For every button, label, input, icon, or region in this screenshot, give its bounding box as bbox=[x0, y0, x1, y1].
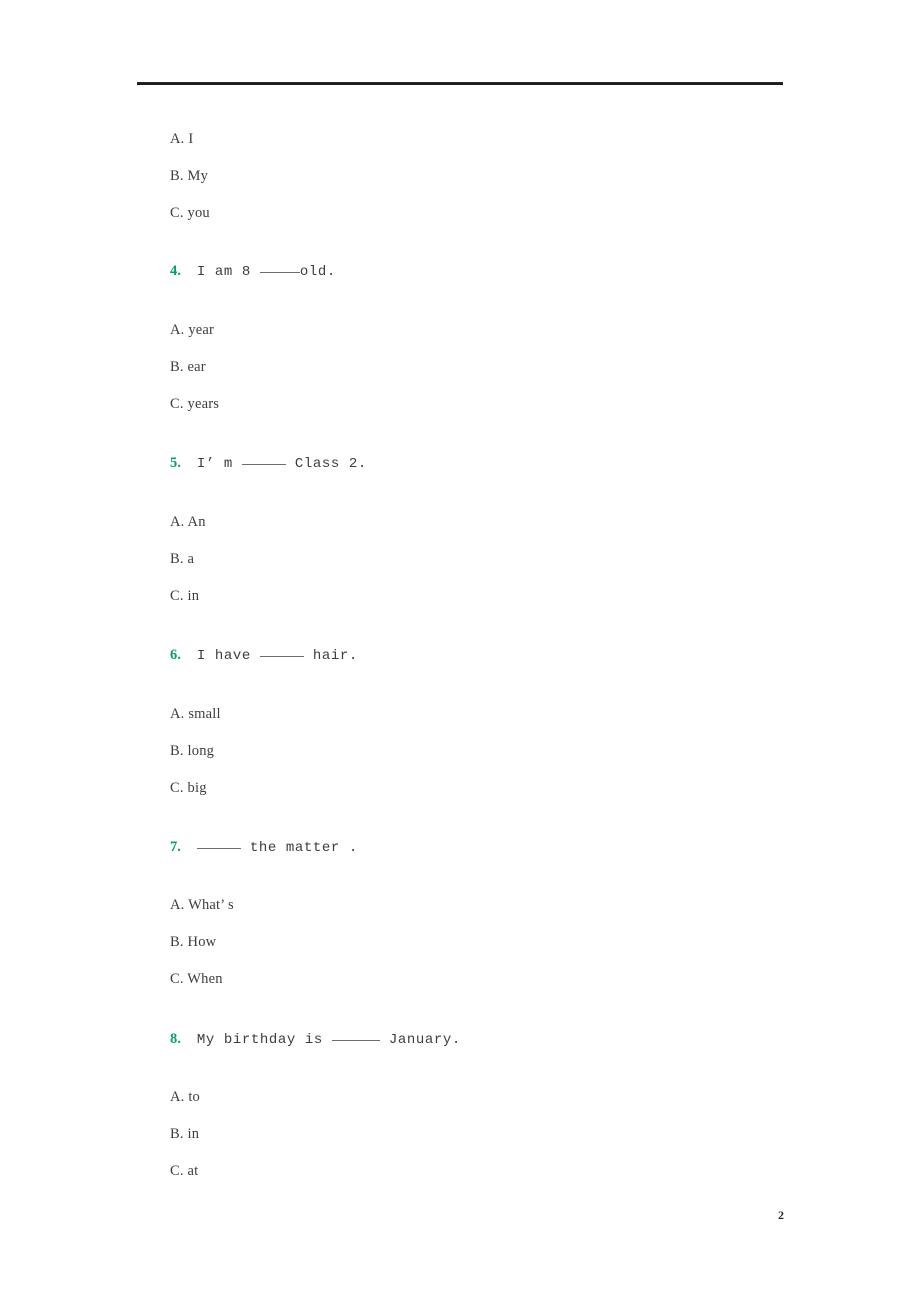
option-letter: C. bbox=[170, 780, 184, 796]
option-letter: B. bbox=[170, 168, 184, 184]
document-page: A. I B. My C. you 4. I am 8 old. A. year … bbox=[0, 0, 920, 1302]
option-text: year bbox=[188, 322, 215, 338]
option-letter: A. bbox=[170, 897, 185, 913]
list-item: C. years bbox=[170, 396, 219, 412]
question-number: 5. bbox=[170, 455, 181, 471]
question-text-before: I’ m bbox=[196, 456, 242, 472]
list-item: B. in bbox=[170, 1126, 199, 1142]
question-stem: 4. I am 8 old. bbox=[170, 262, 336, 281]
question-stem: 8. My birthday is January. bbox=[170, 1030, 461, 1049]
option-text: in bbox=[187, 1126, 200, 1142]
answer-blank bbox=[331, 1040, 380, 1041]
question-text-after: the matter . bbox=[240, 840, 358, 856]
option-letter: A. bbox=[170, 131, 185, 147]
option-text: I bbox=[188, 131, 194, 147]
option-letter: B. bbox=[170, 1126, 184, 1142]
option-letter: C. bbox=[170, 205, 184, 221]
option-text: long bbox=[187, 743, 215, 759]
list-item: B. ear bbox=[170, 359, 206, 375]
option-text: ear bbox=[187, 359, 206, 375]
answer-blank bbox=[241, 464, 286, 465]
option-letter: C. bbox=[170, 971, 184, 987]
question-text-after: hair. bbox=[303, 648, 358, 664]
list-item: B. a bbox=[170, 551, 194, 567]
answer-blank bbox=[259, 656, 304, 657]
list-item: A. What’ s bbox=[170, 897, 234, 913]
question-text-before: I have bbox=[196, 648, 260, 664]
option-text: to bbox=[188, 1089, 201, 1105]
list-item: C. at bbox=[170, 1163, 198, 1179]
list-item: C. you bbox=[170, 205, 210, 221]
list-item: C. When bbox=[170, 971, 223, 987]
option-letter: A. bbox=[170, 322, 185, 338]
question-number: 6. bbox=[170, 647, 181, 663]
question-stem: 6. I have hair. bbox=[170, 646, 358, 665]
answer-blank bbox=[259, 272, 300, 273]
option-letter: A. bbox=[170, 1089, 185, 1105]
list-item: A. An bbox=[170, 514, 206, 530]
list-item: B. My bbox=[170, 168, 208, 184]
option-letter: C. bbox=[170, 588, 184, 604]
list-item: A. small bbox=[170, 706, 221, 722]
header-divider-rule bbox=[137, 82, 783, 85]
list-item: A. to bbox=[170, 1089, 200, 1105]
question-number: 4. bbox=[170, 263, 181, 279]
question-stem: 5. I’ m Class 2. bbox=[170, 454, 367, 473]
option-text: How bbox=[187, 934, 217, 950]
option-text: An bbox=[187, 514, 206, 530]
option-text: years bbox=[187, 396, 220, 412]
question-text-after: Class 2. bbox=[285, 456, 367, 472]
list-item: A. year bbox=[170, 322, 214, 338]
option-text: When bbox=[187, 971, 223, 987]
option-text: My bbox=[187, 168, 209, 184]
option-text: at bbox=[187, 1163, 199, 1179]
option-text: small bbox=[188, 706, 221, 722]
option-text: a bbox=[187, 551, 195, 567]
option-letter: A. bbox=[170, 706, 185, 722]
question-text-after: January. bbox=[379, 1032, 461, 1048]
list-item: B. long bbox=[170, 743, 214, 759]
option-letter: B. bbox=[170, 551, 184, 567]
question-number: 7. bbox=[170, 839, 181, 855]
answer-blank bbox=[196, 848, 241, 849]
list-item: A. I bbox=[170, 131, 193, 147]
question-stem: 7. the matter . bbox=[170, 838, 358, 857]
page-number: 2 bbox=[778, 1208, 784, 1222]
option-text: you bbox=[187, 205, 210, 221]
list-item: C. in bbox=[170, 588, 199, 604]
option-text: in bbox=[187, 588, 200, 604]
list-item: B. How bbox=[170, 934, 216, 950]
option-text: big bbox=[187, 780, 207, 796]
list-item: C. big bbox=[170, 780, 207, 796]
question-number: 8. bbox=[170, 1031, 181, 1047]
option-letter: B. bbox=[170, 934, 184, 950]
question-text-before: I am 8 bbox=[196, 264, 260, 280]
question-text-after: old. bbox=[299, 264, 336, 280]
option-letter: C. bbox=[170, 396, 184, 412]
option-text: What’ s bbox=[188, 897, 234, 913]
option-letter: B. bbox=[170, 359, 184, 375]
option-letter: C. bbox=[170, 1163, 184, 1179]
option-letter: A. bbox=[170, 514, 185, 530]
question-text-before: My birthday is bbox=[196, 1032, 332, 1048]
option-letter: B. bbox=[170, 743, 184, 759]
